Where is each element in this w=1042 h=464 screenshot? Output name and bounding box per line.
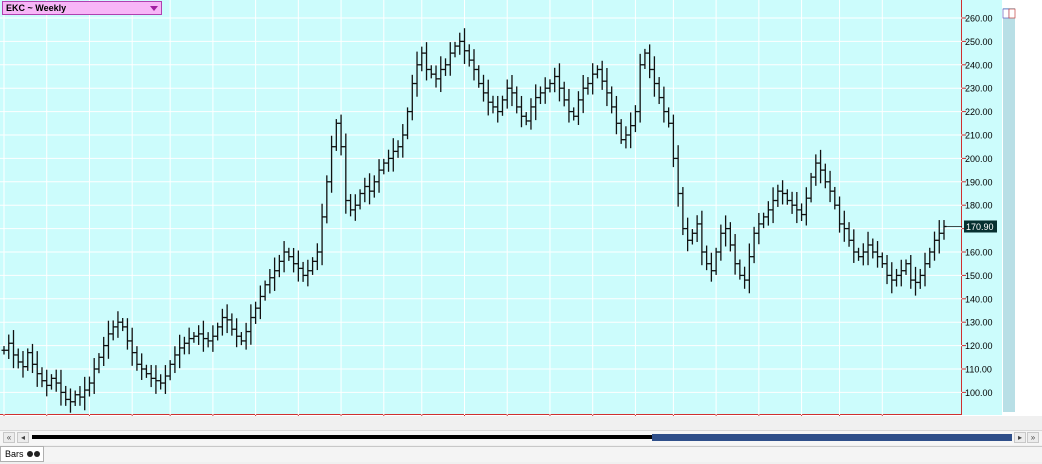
y-tick-label: 230.00 <box>965 84 993 94</box>
scroll-thumb[interactable] <box>652 434 1012 441</box>
step-right-button[interactable]: ▸ <box>1014 432 1026 443</box>
step-left-button[interactable]: ◂ <box>17 432 29 443</box>
mini-button-icon <box>1008 8 1016 19</box>
bars-dot-icon <box>34 451 41 457</box>
y-tick-label: 100.00 <box>965 388 993 398</box>
bars-tab-label: Bars <box>5 449 24 459</box>
right-arrow-icon: ▸ <box>1017 433 1022 442</box>
last-price-label: 170.90 <box>966 222 994 232</box>
left-arrow-icon: ◂ <box>20 433 25 442</box>
y-tick-label: 160.00 <box>965 248 993 258</box>
y-tick-label: 140.00 <box>965 294 993 304</box>
dropdown-arrow-icon[interactable] <box>150 6 158 11</box>
symbol-title: EKC ~ Weekly <box>6 3 67 13</box>
y-tick-label: 110.00 <box>965 365 992 375</box>
y-tick-label: 130.00 <box>965 318 993 328</box>
symbol-selector[interactable]: EKC ~ Weekly <box>2 1 162 15</box>
y-tick-label: 190.00 <box>965 177 993 187</box>
y-tick-label: 150.00 <box>965 271 993 281</box>
bars-tab[interactable]: Bars <box>0 446 44 462</box>
y-tick-label: 240.00 <box>965 60 993 70</box>
y-tick-label: 200.00 <box>965 154 993 164</box>
y-tick-label: 250.00 <box>965 37 993 47</box>
horizontal-scrollbar[interactable]: « ◂ ▸ » <box>0 430 1042 445</box>
bars-dot-icon <box>27 451 34 457</box>
y-tick-label: 180.00 <box>965 201 993 211</box>
y-tick-label: 120.00 <box>965 341 993 351</box>
y-tick-label: 220.00 <box>965 107 993 117</box>
double-left-arrow-icon: « <box>6 433 12 442</box>
tab-bar <box>44 446 1042 462</box>
price-chart: 260.00 250.00 240.00 230.00 220.00 210.00 200.… <box>0 0 1036 429</box>
y-tick-label: 210.00 <box>965 131 993 141</box>
scroll-right-button[interactable]: » <box>1027 432 1039 443</box>
scroll-left-button[interactable]: « <box>3 432 15 443</box>
mini-button-icon <box>1002 8 1010 19</box>
double-right-arrow-icon: » <box>1030 433 1036 442</box>
y-tick-label: 260.00 <box>965 14 993 24</box>
